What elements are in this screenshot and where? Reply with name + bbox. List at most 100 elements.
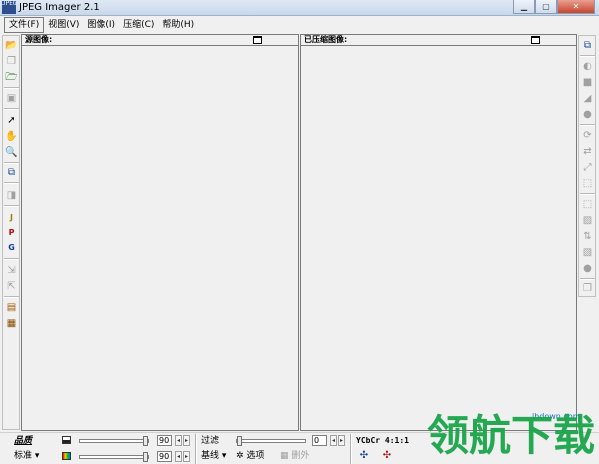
compare-icon[interactable]: ⧉ bbox=[5, 166, 18, 179]
color-quality-slider[interactable] bbox=[79, 455, 149, 459]
options-button[interactable]: ✲ 选项 bbox=[236, 450, 264, 462]
minimize-button[interactable]: ▁ bbox=[513, 0, 535, 14]
compressed-image-pane[interactable]: 已压缩图像: bbox=[300, 34, 577, 431]
toolbar-separator bbox=[4, 258, 19, 260]
menu-view[interactable]: 视图(V) bbox=[44, 18, 83, 32]
filter-decrement[interactable]: ◂ bbox=[330, 435, 337, 446]
duplicate-icon[interactable]: ❐ bbox=[581, 282, 594, 295]
toolbar-separator bbox=[4, 162, 19, 164]
color-slider-thumb[interactable] bbox=[143, 452, 148, 462]
color-decrement[interactable]: ◂ bbox=[175, 451, 182, 462]
color-icon bbox=[62, 452, 71, 460]
save-icon[interactable]: ▣ bbox=[5, 92, 18, 105]
brightness-icon[interactable]: ◐ bbox=[581, 60, 594, 73]
toolbar-separator bbox=[580, 193, 595, 195]
contrast-icon[interactable]: ■ bbox=[581, 76, 594, 89]
select-icon[interactable]: ⬚ bbox=[581, 198, 594, 211]
color-increment[interactable]: ▸ bbox=[183, 451, 190, 462]
quality-input[interactable]: 90 bbox=[157, 435, 172, 446]
quality-slider[interactable] bbox=[79, 439, 149, 443]
minimize-icon: ▁ bbox=[520, 2, 528, 11]
toolbar-separator bbox=[580, 124, 595, 126]
rotate-icon[interactable]: ⟳ bbox=[581, 129, 594, 142]
exclude-icon: ▦ bbox=[280, 451, 289, 461]
maximize-icon: ▢ bbox=[542, 2, 550, 11]
pointer-icon[interactable]: ➚ bbox=[5, 114, 18, 127]
subsampling-411-icon[interactable]: ✣ bbox=[358, 450, 370, 462]
quality-increment[interactable]: ▸ bbox=[183, 435, 190, 446]
adjust-icon[interactable]: ⇅ bbox=[581, 230, 594, 243]
toolbar-separator bbox=[4, 296, 19, 298]
color-quality-input[interactable]: 90 bbox=[157, 451, 172, 462]
zoom-icon[interactable]: 🔍 bbox=[5, 146, 18, 159]
quality-label: 品质 bbox=[14, 436, 33, 446]
toolbar-separator bbox=[195, 434, 197, 464]
toolbar-separator bbox=[4, 87, 19, 89]
quality-preset-dropdown[interactable]: 标准 ▾ bbox=[14, 450, 39, 462]
menu-image[interactable]: 图像(I) bbox=[83, 18, 119, 32]
drop-icon[interactable]: ● bbox=[581, 262, 594, 275]
source-pane-header: 源图像: bbox=[22, 35, 298, 46]
export-icon[interactable]: ⇱ bbox=[5, 280, 18, 293]
menu-bar: 文件(F) 视图(V) 图像(I) 压缩(C) 帮助(H) bbox=[0, 17, 599, 33]
filter-slider[interactable] bbox=[236, 439, 306, 443]
menu-file[interactable]: 文件(F) bbox=[4, 17, 45, 33]
compression-toolbar: 品质 标准 ▾ 90 ◂ ▸ 90 ◂ ▸ 过滤 0 ◂ ▸ 基线 ▾ ✲ 选项… bbox=[0, 432, 599, 464]
filter-icon[interactable]: ▧ bbox=[581, 246, 594, 259]
title-bar: JPEG JPEG Imager 2.1 ▁ ▢ ✕ bbox=[0, 0, 599, 16]
encoding-value: 基线 bbox=[201, 451, 220, 461]
circle-icon[interactable]: ● bbox=[581, 108, 594, 121]
crop-icon[interactable]: ⬚ bbox=[581, 177, 594, 190]
menu-help[interactable]: 帮助(H) bbox=[158, 18, 198, 32]
menu-compress[interactable]: 压缩(C) bbox=[119, 18, 158, 32]
filter-increment[interactable]: ▸ bbox=[338, 435, 345, 446]
close-button[interactable]: ✕ bbox=[557, 0, 595, 14]
compressed-pane-title: 已压缩图像: bbox=[304, 35, 348, 44]
maximize-pane-icon[interactable] bbox=[531, 36, 540, 44]
quality-decrement[interactable]: ◂ bbox=[175, 435, 182, 446]
toolbar-separator bbox=[580, 278, 595, 280]
source-image-pane[interactable]: 源图像: bbox=[21, 34, 299, 431]
left-toolbar: 📂 ❐ 🗁 ▣ ➚ ✋ 🔍 ⧉ ◨ J P G ⇲ ⇱ ▤ ▦ bbox=[2, 35, 20, 430]
toolbar-separator bbox=[4, 108, 19, 110]
compress-run-icon[interactable]: ◨ bbox=[5, 189, 18, 202]
image-icon[interactable]: ▨ bbox=[581, 214, 594, 227]
right-toolbar: ⧉ ◐ ■ ◢ ● ⟳ ⇄ ⤢ ⬚ ⬚ ▨ ⇅ ▧ ● ❐ bbox=[578, 35, 596, 297]
maximize-pane-icon[interactable] bbox=[253, 36, 262, 44]
batch-icon[interactable]: ▤ bbox=[5, 301, 18, 314]
maximize-button[interactable]: ▢ bbox=[535, 0, 557, 14]
window-title: JPEG Imager 2.1 bbox=[19, 2, 100, 13]
filter-input[interactable]: 0 bbox=[312, 435, 327, 446]
gear-icon: ✲ bbox=[236, 451, 244, 461]
app-icon: JPEG bbox=[2, 1, 16, 14]
ycbcr-label: YCbCr 4:1:1 bbox=[356, 436, 409, 445]
grayscale-icon bbox=[62, 436, 71, 444]
encoding-dropdown[interactable]: 基线 ▾ bbox=[201, 450, 226, 462]
open-image-icon[interactable]: 🗁 bbox=[5, 71, 18, 84]
jpeg-format-icon[interactable]: J bbox=[5, 211, 18, 224]
png-format-icon[interactable]: P bbox=[5, 226, 18, 239]
options-label: 选项 bbox=[246, 451, 265, 461]
settings-box-icon[interactable]: ▦ bbox=[5, 317, 18, 330]
layers-icon[interactable]: ⧉ bbox=[581, 39, 594, 52]
exclude-label: 删外 bbox=[291, 451, 310, 461]
source-pane-title: 源图像: bbox=[25, 35, 53, 44]
quality-slider-thumb[interactable] bbox=[143, 436, 148, 446]
compressed-pane-header: 已压缩图像: bbox=[301, 35, 576, 46]
copy-icon[interactable]: ❐ bbox=[5, 55, 18, 68]
close-icon: ✕ bbox=[572, 2, 580, 11]
import-icon[interactable]: ⇲ bbox=[5, 264, 18, 277]
toolbar-separator bbox=[4, 182, 19, 184]
resize-icon[interactable]: ⤢ bbox=[581, 161, 594, 174]
hand-icon[interactable]: ✋ bbox=[5, 130, 18, 143]
filter-slider-thumb[interactable] bbox=[237, 436, 242, 446]
subsampling-422-icon[interactable]: ✣ bbox=[381, 450, 393, 462]
histogram-icon[interactable]: ◢ bbox=[581, 92, 594, 105]
gif-format-icon[interactable]: G bbox=[5, 241, 18, 254]
flip-icon[interactable]: ⇄ bbox=[581, 145, 594, 158]
toolbar-separator bbox=[4, 205, 19, 207]
exclude-button[interactable]: ▦ 删外 bbox=[280, 450, 309, 462]
quality-preset-value: 标准 bbox=[14, 451, 33, 461]
toolbar-separator bbox=[580, 55, 595, 57]
open-folder-icon[interactable]: 📂 bbox=[5, 39, 18, 52]
